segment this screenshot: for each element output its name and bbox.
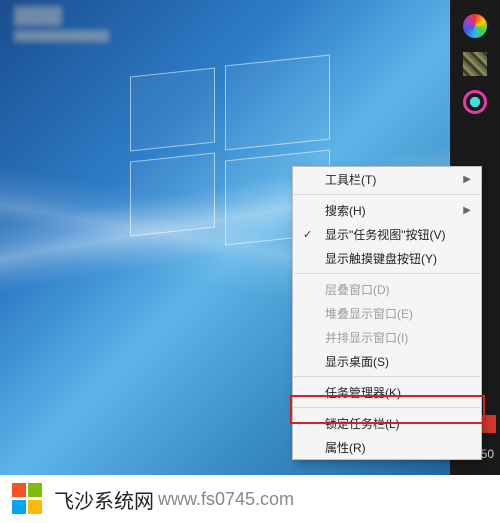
menu-item-label: 显示桌面(S) [325, 353, 389, 370]
menu-item-label: 层叠窗口(D) [325, 281, 390, 298]
menu-item-label: 并排显示窗口(I) [325, 329, 408, 346]
watermark-title: 飞沙系统网 [54, 485, 154, 514]
blur-region [14, 6, 62, 26]
menu-stacked-windows: 堆叠显示窗口(E) [293, 301, 481, 325]
submenu-arrow-icon: ▶ [463, 205, 471, 216]
menu-item-label: 任务管理器(K) [325, 384, 401, 401]
menu-separator [294, 376, 480, 377]
color-wheel-icon[interactable] [463, 14, 487, 38]
windows-desktop[interactable]: 16:50 工具栏(T) ▶ 搜索(H) ▶ ✓ 显示"任务视图"按钮(V) 显… [0, 0, 500, 475]
menu-item-label: 显示"任务视图"按钮(V) [325, 226, 446, 243]
menu-separator [294, 194, 480, 195]
menu-item-label: 属性(R) [325, 439, 366, 456]
menu-cascade-windows: 层叠窗口(D) [293, 277, 481, 301]
menu-item-label: 锁定任务栏(L) [325, 415, 400, 432]
menu-toolbars[interactable]: 工具栏(T) ▶ [293, 167, 481, 191]
menu-search[interactable]: 搜索(H) ▶ [293, 198, 481, 222]
menu-properties[interactable]: 属性(R) [293, 435, 481, 459]
menu-separator [294, 273, 480, 274]
menu-show-touch-keyboard[interactable]: 显示触摸键盘按钮(Y) [293, 246, 481, 270]
menu-side-by-side: 并排显示窗口(I) [293, 325, 481, 349]
menu-item-label: 堆叠显示窗口(E) [325, 305, 413, 322]
watermark-url: www.fs0745.com [158, 489, 294, 510]
menu-item-label: 搜索(H) [325, 202, 366, 219]
watermark: 飞沙系统网 www.fs0745.com [0, 475, 500, 523]
menu-task-manager[interactable]: 任务管理器(K) [293, 380, 481, 404]
menu-separator [294, 407, 480, 408]
ring-icon[interactable] [463, 90, 487, 114]
menu-show-task-view[interactable]: ✓ 显示"任务视图"按钮(V) [293, 222, 481, 246]
menu-item-label: 工具栏(T) [325, 171, 376, 188]
blur-region [14, 30, 109, 42]
taskbar-context-menu: 工具栏(T) ▶ 搜索(H) ▶ ✓ 显示"任务视图"按钮(V) 显示触摸键盘按… [292, 166, 482, 460]
checkmark-icon: ✓ [303, 228, 312, 241]
menu-show-desktop[interactable]: 显示桌面(S) [293, 349, 481, 373]
menu-lock-taskbar[interactable]: 锁定任务栏(L) [293, 411, 481, 435]
watermark-logo-icon [12, 483, 44, 515]
app-icon[interactable] [463, 52, 487, 76]
submenu-arrow-icon: ▶ [463, 174, 471, 185]
menu-item-label: 显示触摸键盘按钮(Y) [325, 250, 437, 267]
